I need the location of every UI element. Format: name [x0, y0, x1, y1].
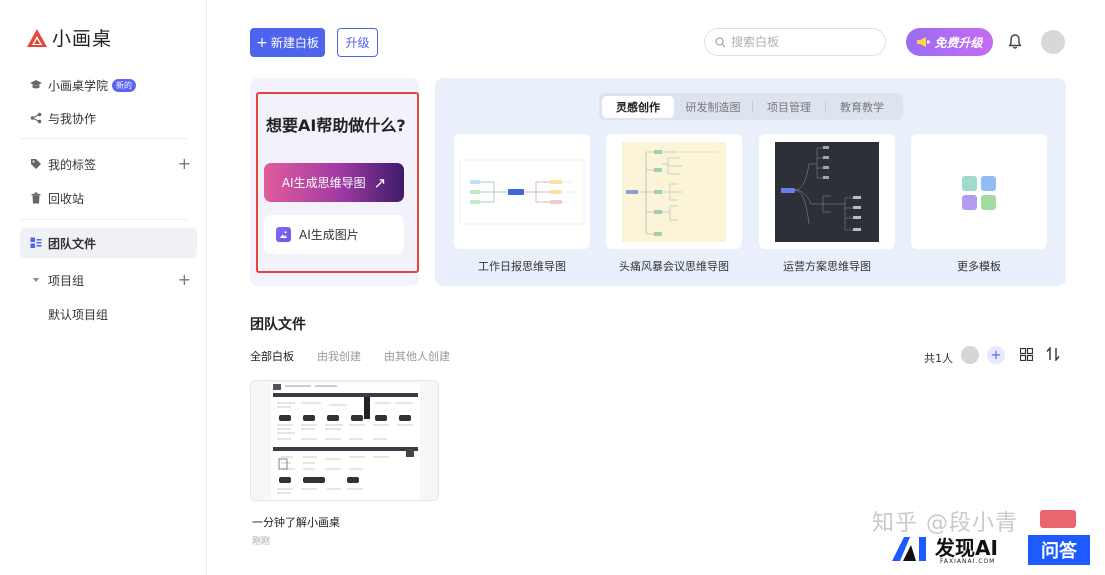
sidebar: 小画桌 小画桌学院 新的 与我协作 我的标签 + 回收站 团队文件 项目组 + …: [0, 0, 207, 575]
sidebar-divider: [20, 138, 187, 139]
template-label: 运营方案思维导图: [783, 260, 871, 273]
sidebar-item-shared[interactable]: 与我协作: [20, 103, 197, 133]
new-badge: 新的: [112, 78, 137, 92]
grid-view-icon[interactable]: [1020, 348, 1033, 361]
sidebar-item-label: 团队文件: [48, 236, 97, 251]
brand-domain: FAXIANAI.COM: [940, 558, 996, 565]
filter-created-by-others[interactable]: 由其他人创建: [384, 348, 450, 364]
share-icon: [30, 112, 42, 124]
sidebar-item-trash[interactable]: 回收站: [20, 183, 197, 213]
tab-inspiration[interactable]: 灵感创作: [602, 95, 674, 118]
search-input[interactable]: [731, 35, 871, 49]
brand-name: 发现AI: [935, 536, 998, 560]
template-tabs: 灵感创作 研发制造图 项目管理 教育教学: [599, 93, 903, 120]
sidebar-item-label: 我的标签: [48, 157, 97, 172]
template-label: 更多模板: [957, 260, 1001, 273]
sidebar-item-tags[interactable]: 我的标签 +: [20, 149, 197, 179]
filter-created-by-me[interactable]: 由我创建: [317, 348, 361, 364]
template-card-daily-report[interactable]: [454, 134, 590, 249]
graduation-cap-icon: [30, 79, 42, 91]
sidebar-item-label: 项目组: [48, 273, 85, 288]
tab-project-management[interactable]: 项目管理: [753, 96, 825, 118]
arrow-up-right-icon: ↗: [373, 173, 387, 192]
ai-mind-map-button[interactable]: AI生成思维导图 ↗: [264, 163, 404, 202]
team-files-icon: [30, 237, 42, 249]
trash-icon: [30, 192, 42, 204]
image-icon: [276, 227, 291, 242]
mind-map-thumbnail: [459, 159, 585, 225]
tag-icon: [30, 158, 42, 170]
template-card-more[interactable]: [911, 134, 1047, 249]
board-thumbnail: [271, 383, 420, 500]
brand-qa-badge: 问答: [1028, 535, 1090, 565]
free-upgrade-button[interactable]: 免费升级: [906, 28, 993, 56]
add-tag-icon[interactable]: +: [178, 154, 191, 173]
sidebar-item-default-project-group[interactable]: 默认项目组: [20, 299, 197, 329]
new-board-button[interactable]: + 新建白板: [250, 28, 325, 57]
sidebar-divider: [20, 219, 187, 220]
add-member-button[interactable]: +: [987, 346, 1005, 364]
sidebar-item-label: 回收站: [48, 191, 85, 206]
member-avatar[interactable]: [961, 346, 979, 364]
sidebar-item-label: 默认项目组: [48, 307, 109, 322]
caret-down-icon[interactable]: [30, 274, 42, 286]
plus-icon: +: [256, 34, 268, 51]
sidebar-item-team-files[interactable]: 团队文件: [20, 228, 197, 258]
section-title: 团队文件: [250, 317, 306, 333]
free-upgrade-label: 免费升级: [934, 35, 983, 50]
megaphone-icon: [917, 37, 930, 47]
bell-icon[interactable]: [1006, 33, 1024, 51]
ai-title: 想要AI帮助做什么?: [266, 116, 406, 135]
template-label: 头痛风暴会议思维导图: [619, 260, 729, 273]
tab-education[interactable]: 教育教学: [826, 96, 898, 118]
add-project-group-icon[interactable]: +: [178, 270, 191, 289]
sidebar-item-label: 小画桌学院: [48, 78, 109, 93]
template-card-brainstorm[interactable]: [606, 134, 742, 249]
logo-text: 小画桌: [52, 28, 113, 50]
sidebar-item-academy[interactable]: 小画桌学院 新的: [20, 70, 197, 100]
file-time: 刚刚: [252, 537, 271, 547]
logo-icon: [27, 28, 47, 47]
search-icon: [715, 36, 726, 47]
watermark-badge: [1040, 510, 1076, 528]
tab-rd-manufacturing[interactable]: 研发制造图: [674, 96, 752, 118]
mind-map-thumbnail: [622, 142, 726, 242]
mind-map-thumbnail: [775, 142, 879, 242]
ai-image-label: AI生成图片: [299, 228, 359, 242]
new-board-label: 新建白板: [270, 36, 319, 50]
app-logo[interactable]: 小画桌: [26, 24, 112, 51]
ai-mind-map-label: AI生成思维导图: [281, 176, 366, 190]
file-card[interactable]: [250, 380, 439, 501]
template-card-operations[interactable]: [759, 134, 895, 249]
ai-image-button[interactable]: AI生成图片: [264, 215, 404, 254]
sidebar-item-label: 与我协作: [48, 111, 97, 126]
search-box[interactable]: [704, 28, 886, 56]
filter-all-boards[interactable]: 全部白板: [250, 348, 294, 364]
sidebar-item-project-group[interactable]: 项目组 +: [20, 265, 197, 295]
sort-icon[interactable]: [1046, 347, 1060, 361]
upgrade-button[interactable]: 升级: [337, 28, 378, 57]
user-avatar[interactable]: [1041, 30, 1065, 54]
file-name[interactable]: 一分钟了解小画桌: [252, 514, 340, 530]
more-templates-icon: [962, 176, 996, 210]
member-count: 共1人: [924, 352, 953, 365]
brand-ai-logo-icon: [892, 537, 926, 561]
template-label: 工作日报思维导图: [478, 260, 566, 273]
